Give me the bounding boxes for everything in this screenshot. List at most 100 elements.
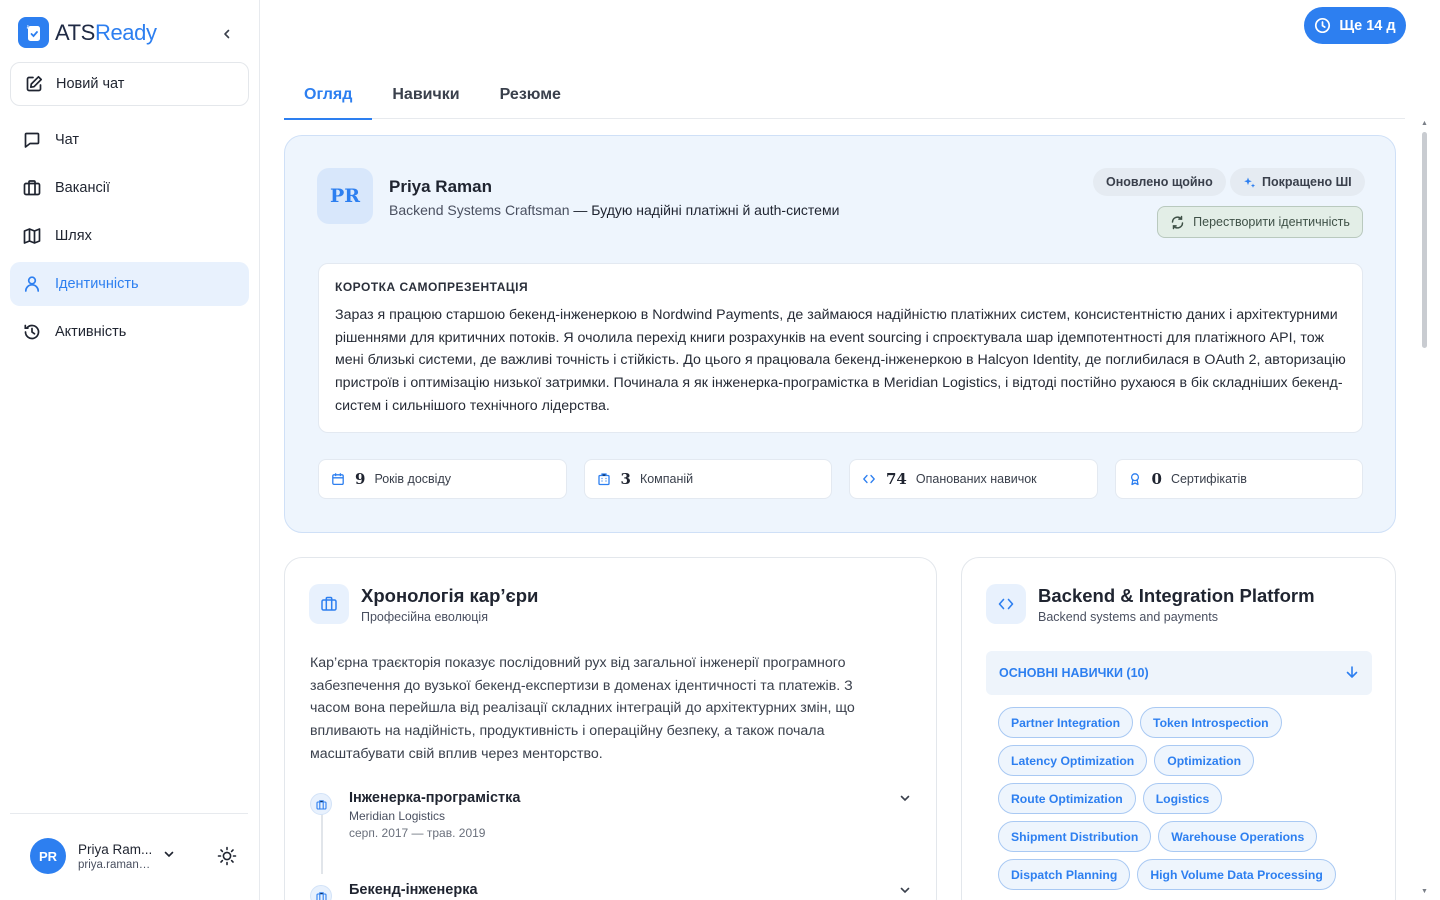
career-section-icon xyxy=(309,584,349,624)
user-info: Priya Ram... priya.raman@... xyxy=(78,842,154,871)
sidebar-item-label: Ідентичність xyxy=(55,276,139,292)
stat-value: 0 xyxy=(1151,470,1162,488)
timeline-entry-dates: серп. 2017 — трав. 2019 xyxy=(349,826,486,840)
headline-separator: — xyxy=(569,202,592,218)
headline-tail: Будую надійні платіжні й auth-системи xyxy=(591,202,840,218)
skill-tag[interactable]: Dispatch Planning xyxy=(998,859,1131,890)
updated-badge: Оновлено щойно xyxy=(1093,168,1226,196)
user-name: Priya Ram... xyxy=(78,841,153,857)
ai-enhanced-label: Покращено ШІ xyxy=(1262,175,1352,189)
code-icon xyxy=(863,474,875,484)
core-skills-toggle[interactable]: ОСНОВНІ НАВИЧКИ (10) xyxy=(986,651,1372,695)
building-icon xyxy=(597,473,610,486)
new-chat-button[interactable]: Новий чат xyxy=(10,62,249,106)
sidebar-item-label: Чат xyxy=(55,132,80,148)
career-timeline-card: Хронологія кар’єри Професійна еволюція К… xyxy=(284,557,937,900)
regenerate-identity-label: Перестворити ідентичність xyxy=(1193,215,1350,229)
skill-tag[interactable]: Shipment Distribution xyxy=(998,821,1152,852)
skill-tag[interactable]: Logistics xyxy=(1142,783,1223,814)
pitch-heading: КОРОТКА САМОПРЕЗЕНТАЦІЯ xyxy=(335,280,529,294)
skill-tag[interactable]: Route Optimization xyxy=(998,783,1136,814)
stat-label: Років досвіду xyxy=(374,472,451,486)
scroll-up-arrow-icon[interactable]: ▲ xyxy=(1421,120,1428,127)
sidebar-item-identity[interactable]: Ідентичність xyxy=(10,262,249,306)
stat-value: 9 xyxy=(355,470,366,488)
sparkles-icon xyxy=(1244,177,1256,188)
stat-value: 74 xyxy=(886,470,907,488)
chevron-down-icon[interactable] xyxy=(899,792,911,804)
map-icon xyxy=(23,228,41,244)
user-menu[interactable]: PR Priya Ram... priya.raman@... xyxy=(30,838,174,874)
briefcase-icon xyxy=(23,180,41,196)
calendar-icon xyxy=(332,473,344,486)
stat-label: Опанованих навичок xyxy=(915,472,1037,486)
sidebar-item-label: Шлях xyxy=(55,228,92,244)
briefcase-icon xyxy=(321,596,337,611)
pitch-text: Зараз я працюю старшою бекенд-інженеркою… xyxy=(335,307,1346,414)
scrollbar[interactable]: ▲ ▼ xyxy=(1419,120,1429,900)
chevron-down-icon[interactable] xyxy=(899,884,911,896)
skill-tag[interactable]: Optimization xyxy=(1154,745,1255,776)
sidebar-item-label: Вакансії xyxy=(55,180,110,196)
timeline-entry-company: Meridian Logistics xyxy=(349,809,446,823)
skill-tag[interactable]: Warehouse Operations xyxy=(1158,821,1318,852)
career-subtitle: Професійна еволюція xyxy=(361,610,488,624)
skill-tag[interactable]: Partner Integration xyxy=(998,707,1134,738)
sidebar-nav: Чат Вакансії Шлях Ідентичність Активніст… xyxy=(10,118,249,358)
career-title: Хронологія кар’єри xyxy=(361,585,539,606)
skill-tag[interactable]: High Volume Data Processing xyxy=(1137,859,1336,890)
skill-tag[interactable]: Latency Optimization xyxy=(998,745,1148,776)
avatar: PR xyxy=(30,838,66,874)
brand-logo[interactable]: ATSReady xyxy=(18,17,157,48)
edit-icon xyxy=(26,75,43,92)
skill-tag[interactable]: Token Introspection xyxy=(1140,707,1282,738)
tab-overview[interactable]: Огляд xyxy=(284,70,373,120)
brand-name: ATSReady xyxy=(55,19,157,45)
history-icon xyxy=(24,324,40,340)
user-email: priya.raman@... xyxy=(78,858,154,871)
scrollbar-thumb[interactable] xyxy=(1422,132,1427,348)
sidebar-item-chat[interactable]: Чат xyxy=(10,118,249,162)
collapse-sidebar-icon[interactable] xyxy=(217,24,237,44)
timeline-dot xyxy=(310,793,332,815)
ai-enhanced-badge: Покращено ШІ xyxy=(1230,168,1365,196)
sidebar-item-path[interactable]: Шлях xyxy=(10,214,249,258)
timeline-dot xyxy=(310,885,332,900)
platform-title: Backend & Integration Platform xyxy=(1038,585,1315,606)
code-icon xyxy=(998,598,1014,610)
profile-card: PR Priya Raman Backend Systems Craftsman… xyxy=(284,135,1396,533)
stat-label: Сертифікатів xyxy=(1170,472,1247,486)
briefcase-icon xyxy=(315,799,327,810)
stat-experience: 9 Років досвіду xyxy=(318,459,567,499)
chevron-down-icon[interactable] xyxy=(163,848,175,860)
award-icon xyxy=(1130,473,1139,486)
sidebar-item-vacancies[interactable]: Вакансії xyxy=(10,166,249,210)
updated-badge-label: Оновлено щойно xyxy=(1106,175,1213,189)
scroll-down-arrow-icon[interactable]: ▼ xyxy=(1421,888,1428,895)
sidebar-item-label: Активність xyxy=(55,324,127,340)
career-summary: Кар’єрна траєкторія показує послідовний … xyxy=(310,655,855,762)
profile-headline: Backend Systems Craftsman — Будую надійн… xyxy=(389,202,839,218)
regenerate-identity-button[interactable]: Перестворити ідентичність xyxy=(1157,206,1363,238)
trial-label: Ще 14 д xyxy=(1339,17,1396,34)
trial-days-button[interactable]: Ще 14 д xyxy=(1304,7,1406,44)
sidebar: ATSReady Новий чат Чат Вакансії Шлях Іде… xyxy=(0,0,260,900)
user-icon xyxy=(24,276,40,292)
stat-certificates: 0 Сертифікатів xyxy=(1114,459,1363,499)
platform-skills-card: Backend & Integration Platform Backend s… xyxy=(961,557,1396,900)
platform-subtitle: Backend systems and payments xyxy=(1038,610,1218,624)
clock-icon xyxy=(1315,17,1331,34)
timeline-entry-title[interactable]: Інженерка-програмістка xyxy=(349,790,520,806)
brand-logo-icon xyxy=(18,17,49,48)
stat-label: Компаній xyxy=(639,472,694,486)
stats-row: 9 Років досвіду 3 Компаній 74 Опанованих… xyxy=(318,459,1363,499)
tab-skills[interactable]: Навички xyxy=(372,70,479,119)
sun-icon[interactable] xyxy=(216,845,238,867)
tabs: Огляд Навички Резюме xyxy=(284,70,1405,120)
stat-value: 3 xyxy=(620,470,631,488)
skill-list: Partner Integration Token Introspection … xyxy=(998,707,1348,890)
tab-resume[interactable]: Резюме xyxy=(480,70,581,119)
briefcase-icon xyxy=(315,891,327,900)
sidebar-item-activity[interactable]: Активність xyxy=(10,310,249,354)
timeline-entry-title[interactable]: Бекенд-інженерка xyxy=(349,882,478,898)
